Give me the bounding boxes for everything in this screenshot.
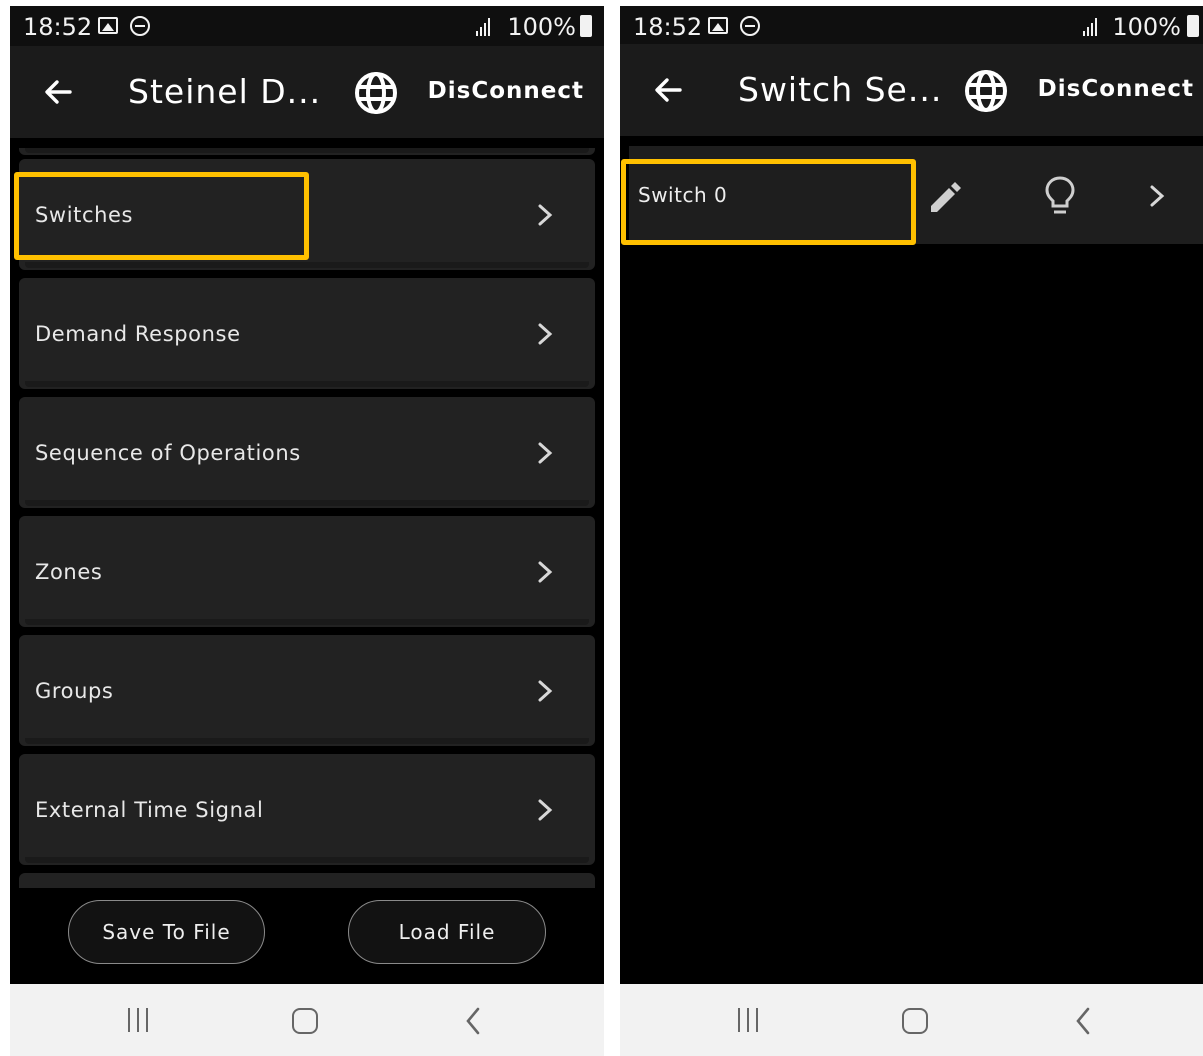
save-to-file-button[interactable]: Save To File	[68, 900, 265, 964]
left-phone-screen: 18:52 100% Steinel D... DisConnect Switc…	[10, 6, 604, 1056]
bottom-buttons: Save To File Load File	[10, 898, 604, 970]
back-arrow-icon[interactable]	[38, 72, 78, 112]
menu-item-label: External Time Signal	[35, 798, 264, 822]
battery-percent: 100%	[507, 13, 576, 41]
app-bar: Switch Se... DisConnect	[620, 44, 1203, 136]
battery-percent: 100%	[1112, 13, 1181, 41]
battery-icon	[1187, 15, 1199, 37]
status-bar: 18:52 100%	[620, 6, 1203, 44]
menu-item-label: Sequence of Operations	[35, 441, 301, 465]
chevron-right-icon	[538, 323, 553, 345]
menu-item-demand-response[interactable]: Demand Response	[19, 278, 595, 389]
pencil-icon[interactable]	[925, 176, 965, 216]
menu-item-partial	[19, 873, 595, 888]
globe-icon[interactable]	[963, 68, 1009, 114]
menu-item-switches[interactable]: Switches	[19, 159, 595, 270]
status-time: 18:52	[23, 13, 93, 41]
chevron-right-icon	[538, 680, 553, 702]
nav-back-icon[interactable]	[1072, 1006, 1094, 1036]
recents-icon[interactable]	[126, 1008, 152, 1032]
status-time: 18:52	[633, 13, 703, 41]
switch-label: Switch 0	[638, 183, 728, 207]
android-nav-bar	[620, 984, 1203, 1056]
chevron-right-icon	[538, 442, 553, 464]
menu-item-external-time-signal[interactable]: External Time Signal	[19, 754, 595, 865]
chevron-right-icon	[538, 561, 553, 583]
home-icon[interactable]	[902, 1008, 928, 1034]
right-phone-screen: 18:52 100% Switch Se... DisConnect Switc…	[620, 6, 1203, 1056]
nav-back-icon[interactable]	[462, 1006, 484, 1036]
load-file-button[interactable]: Load File	[348, 900, 546, 964]
globe-icon[interactable]	[353, 70, 399, 116]
status-bar: 18:52 100%	[10, 6, 604, 46]
disconnect-button[interactable]: DisConnect	[1038, 76, 1194, 102]
gallery-icon	[708, 17, 728, 34]
chevron-right-icon	[538, 799, 553, 821]
dnd-icon	[130, 16, 150, 36]
menu-list: Switches Demand Response Sequence of Ope…	[19, 148, 595, 888]
home-icon[interactable]	[292, 1008, 318, 1034]
menu-item-partial	[19, 148, 595, 155]
app-bar: Steinel D... DisConnect	[10, 46, 604, 138]
dnd-icon	[740, 16, 760, 36]
menu-item-label: Switches	[35, 203, 134, 227]
menu-item-groups[interactable]: Groups	[19, 635, 595, 746]
gallery-icon	[98, 17, 118, 34]
menu-item-label: Groups	[35, 679, 114, 703]
battery-icon	[580, 15, 592, 37]
back-arrow-icon[interactable]	[648, 70, 688, 110]
switch-row[interactable]: Switch 0	[629, 146, 1203, 244]
disconnect-button[interactable]: DisConnect	[428, 78, 584, 104]
recents-icon[interactable]	[736, 1008, 762, 1032]
menu-item-sequence-of-operations[interactable]: Sequence of Operations	[19, 397, 595, 508]
menu-item-zones[interactable]: Zones	[19, 516, 595, 627]
chevron-right-icon[interactable]	[1147, 184, 1167, 208]
page-title: Steinel D...	[128, 72, 322, 111]
page-title: Switch Se...	[738, 70, 943, 109]
lightbulb-icon[interactable]	[1043, 174, 1077, 220]
signal-icon	[476, 18, 492, 36]
android-nav-bar	[10, 984, 604, 1056]
signal-icon	[1083, 18, 1099, 36]
chevron-right-icon	[538, 204, 553, 226]
menu-item-label: Zones	[35, 560, 103, 584]
menu-item-label: Demand Response	[35, 322, 241, 346]
